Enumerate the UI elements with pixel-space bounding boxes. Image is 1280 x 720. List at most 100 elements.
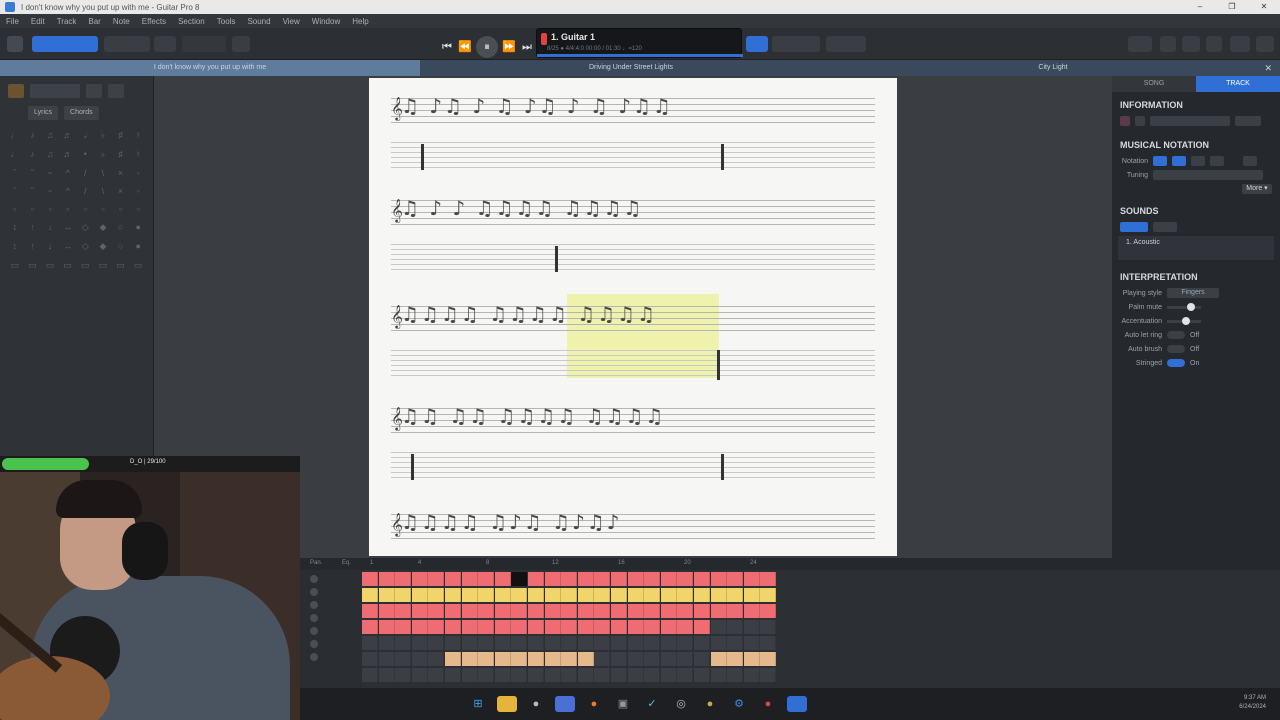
bar-cell[interactable] <box>594 620 611 634</box>
bar-cell[interactable] <box>677 572 694 586</box>
bar-cell[interactable] <box>445 620 461 634</box>
palette-symbol[interactable]: ˆ <box>8 168 22 178</box>
palette-symbol[interactable]: ● <box>131 222 145 233</box>
view-mode-buttons[interactable] <box>32 36 98 52</box>
palette-symbol[interactable]: ♭ <box>96 149 110 160</box>
bar-cell[interactable] <box>743 572 760 586</box>
bar-cell[interactable] <box>445 572 461 586</box>
palette-tool-icon-2[interactable] <box>86 84 102 98</box>
track-mute-icon[interactable] <box>310 627 318 635</box>
palette-tool-group[interactable] <box>30 84 80 98</box>
bar-cell[interactable] <box>511 588 528 602</box>
bar-cell[interactable] <box>760 604 777 618</box>
bar-cell[interactable] <box>428 604 445 618</box>
bar-cell[interactable] <box>561 572 578 586</box>
loop-toggle[interactable] <box>746 36 768 52</box>
bar-cell[interactable] <box>544 636 561 650</box>
bar-cell[interactable] <box>395 588 412 602</box>
start-icon[interactable]: ⊞ <box>468 696 488 712</box>
layout-dropdown[interactable] <box>154 36 176 52</box>
app-icon-5[interactable]: ◎ <box>671 696 691 712</box>
bar-cell[interactable] <box>727 652 744 666</box>
bar-cell[interactable] <box>478 668 495 682</box>
app-icon-7[interactable]: ⚙ <box>729 696 749 712</box>
bar-cell[interactable] <box>677 668 694 682</box>
bar-cell[interactable] <box>395 620 412 634</box>
palette-symbol[interactable]: ◇ <box>79 222 93 233</box>
bar-cell[interactable] <box>411 636 428 650</box>
pause-icon[interactable]: ⏸ <box>476 36 498 58</box>
bar-cell[interactable] <box>611 620 627 634</box>
bar-cell[interactable] <box>362 652 378 666</box>
bar-cell[interactable] <box>594 652 611 666</box>
bar-cell[interactable] <box>710 652 727 666</box>
menu-view[interactable]: View <box>283 17 300 26</box>
menu-effects[interactable]: Effects <box>142 17 166 26</box>
lyrics-button[interactable]: Lyrics <box>28 106 59 120</box>
bar-cell[interactable] <box>544 652 561 666</box>
bar-cell[interactable] <box>461 652 478 666</box>
menu-section[interactable]: Section <box>178 17 205 26</box>
bar-cell[interactable] <box>561 604 578 618</box>
menu-track[interactable]: Track <box>57 17 77 26</box>
palette-symbol[interactable]: ↑ <box>26 241 40 252</box>
bar-cell[interactable] <box>743 588 760 602</box>
palette-symbol[interactable]: ♮ <box>131 149 145 160</box>
palette-symbol[interactable]: ♪ <box>26 149 40 160</box>
palette-symbol[interactable]: ↓ <box>43 241 57 252</box>
bar-cell[interactable] <box>677 620 694 634</box>
bar-cell[interactable] <box>461 668 478 682</box>
palette-symbol[interactable]: ♯ <box>114 149 128 160</box>
bar-cell[interactable] <box>528 588 544 602</box>
bar-cell[interactable] <box>544 588 561 602</box>
bar-cell[interactable] <box>494 604 511 618</box>
menu-tools[interactable]: Tools <box>217 17 236 26</box>
bar-cell[interactable] <box>544 604 561 618</box>
bar-cell[interactable] <box>378 588 395 602</box>
palette-symbol[interactable]: ♩ <box>8 130 22 141</box>
go-to-end-icon[interactable]: ⏭ <box>520 40 534 54</box>
bar-cell[interactable] <box>660 620 677 634</box>
bar-cell[interactable] <box>411 604 428 618</box>
bar-cell[interactable] <box>478 588 495 602</box>
auto-let-ring-toggle[interactable] <box>1167 331 1185 339</box>
app-icon[interactable]: ● <box>526 696 546 712</box>
palette-symbol[interactable]: × <box>114 168 128 178</box>
bar-cell[interactable] <box>743 668 760 682</box>
bar-cell[interactable] <box>660 636 677 650</box>
bar-cell[interactable] <box>677 588 694 602</box>
bar-cell[interactable] <box>727 620 744 634</box>
track-mute-icon[interactable] <box>310 614 318 622</box>
bar-cell[interactable] <box>445 588 461 602</box>
bar-cell[interactable] <box>644 604 661 618</box>
bar-cell[interactable] <box>710 620 727 634</box>
bar-cell[interactable] <box>660 572 677 586</box>
bar-cell[interactable] <box>478 604 495 618</box>
palette-symbol[interactable]: ♯ <box>114 130 128 141</box>
tab-song-2[interactable]: Driving Under Street Lights <box>420 60 842 76</box>
bar-cell[interactable] <box>362 620 378 634</box>
bar-cell[interactable] <box>577 604 594 618</box>
bar-cell[interactable] <box>378 604 395 618</box>
bar-cell[interactable] <box>478 572 495 586</box>
undo-redo-buttons[interactable] <box>182 36 226 52</box>
bar-cell[interactable] <box>710 572 727 586</box>
palette-symbol[interactable]: • <box>79 149 93 160</box>
palette-symbol[interactable]: ♩ <box>8 149 22 160</box>
bar-cell[interactable] <box>428 668 445 682</box>
bar-cell[interactable] <box>411 668 428 682</box>
bar-cell[interactable] <box>461 604 478 618</box>
palette-symbol[interactable]: \ <box>96 186 110 196</box>
palette-symbol[interactable]: ▫ <box>61 204 75 214</box>
auto-brush-toggle[interactable] <box>1167 345 1185 353</box>
menu-bar-item[interactable]: Bar <box>88 17 100 26</box>
palette-symbol[interactable]: ◆ <box>96 241 110 252</box>
palette-symbol[interactable]: × <box>114 186 128 196</box>
bar-cell[interactable] <box>395 636 412 650</box>
bar-cell[interactable] <box>411 572 428 586</box>
bar-cell[interactable] <box>677 604 694 618</box>
bar-cell[interactable] <box>577 636 594 650</box>
panel-toggle-1[interactable] <box>1128 36 1152 52</box>
bar-cell[interactable] <box>611 668 627 682</box>
bar-cell[interactable] <box>511 620 528 634</box>
